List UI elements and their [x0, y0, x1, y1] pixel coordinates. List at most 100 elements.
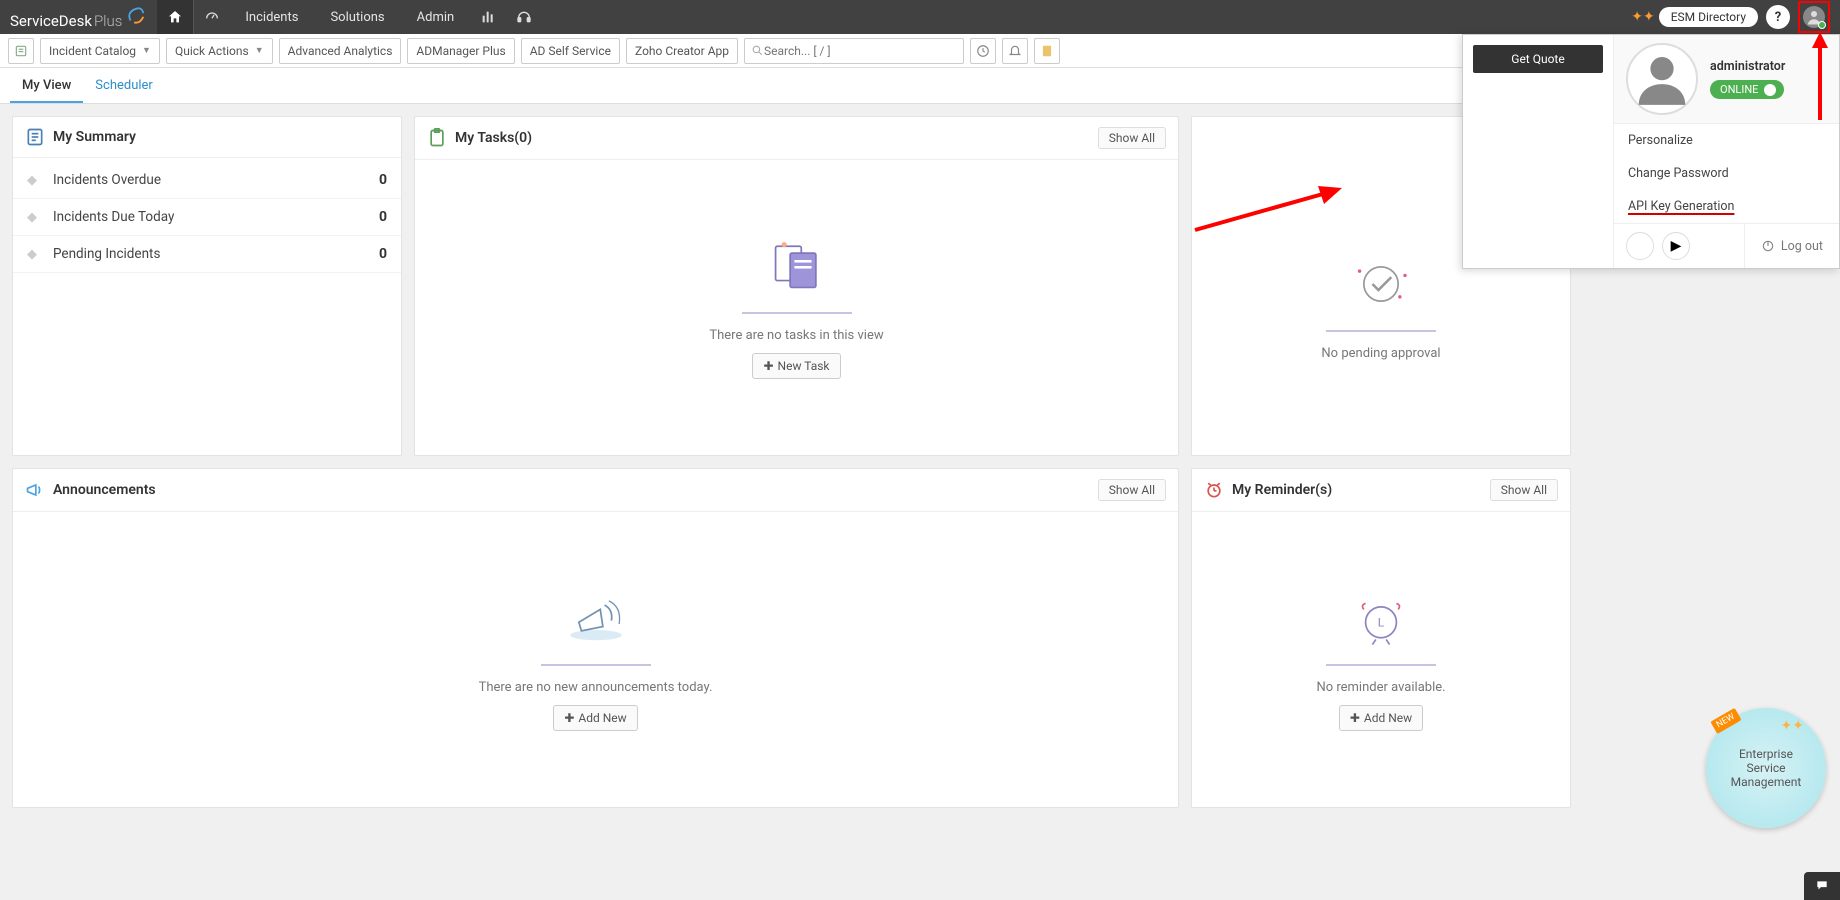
- notifications-icon[interactable]: [1002, 38, 1028, 64]
- nav-incidents[interactable]: Incidents: [229, 0, 314, 34]
- summary-row: ◆ Incidents Overdue 0: [13, 162, 401, 199]
- summary-label[interactable]: Incidents Overdue: [53, 172, 379, 188]
- play-store-icon[interactable]: ▶: [1662, 232, 1690, 260]
- reports-icon[interactable]: [470, 0, 506, 34]
- tasks-icon: [427, 128, 447, 148]
- tab-scheduler[interactable]: Scheduler: [83, 68, 165, 103]
- logout-button[interactable]: Log out: [1744, 224, 1839, 268]
- tasks-empty-text: There are no tasks in this view: [709, 328, 883, 343]
- summary-label[interactable]: Pending Incidents: [53, 246, 379, 262]
- new-task-button[interactable]: ✚ New Task: [752, 353, 840, 379]
- status-toggle[interactable]: ONLINE: [1710, 80, 1784, 99]
- quick-actions-dropdown[interactable]: Quick Actions ▼: [166, 38, 273, 64]
- esm-directory-button[interactable]: ESM Directory: [1659, 7, 1758, 27]
- status-label: ONLINE: [1720, 83, 1758, 96]
- chevron-down-icon: ▼: [255, 45, 264, 56]
- megaphone-icon: [25, 480, 45, 500]
- approvals-empty-illustration: [1336, 254, 1426, 314]
- esm-promo-badge[interactable]: NEW ✦✦ Enterprise Service Management: [1706, 708, 1826, 828]
- panel-title: My Summary: [53, 129, 389, 145]
- nav-solutions[interactable]: Solutions: [314, 0, 400, 34]
- advanced-analytics-button[interactable]: Advanced Analytics: [279, 38, 402, 64]
- dashboard-icon[interactable]: [193, 0, 229, 34]
- esm-line3: Management: [1731, 775, 1802, 789]
- brand-logo[interactable]: ServiceDesk Plus: [10, 4, 147, 30]
- avatar-icon: [1803, 6, 1825, 28]
- search-icon: [751, 44, 764, 57]
- chevron-down-icon: ▼: [142, 45, 151, 56]
- chat-fab[interactable]: [1804, 872, 1840, 900]
- recent-items-icon[interactable]: [970, 38, 996, 64]
- reminders-empty-text: No reminder available.: [1316, 680, 1445, 695]
- tasks-empty-illustration: [752, 236, 842, 296]
- show-all-button[interactable]: Show All: [1490, 479, 1558, 501]
- announcements-empty-text: There are no new announcements today.: [479, 680, 713, 695]
- profile-username: administrator: [1710, 59, 1785, 74]
- svg-text:L: L: [1378, 616, 1385, 630]
- brand-swirl-icon: [125, 4, 147, 26]
- support-icon[interactable]: [506, 0, 542, 34]
- reminders-empty-illustration: L: [1336, 588, 1426, 648]
- show-all-button[interactable]: Show All: [1098, 479, 1166, 501]
- panel-announcements: Announcements Show All There are no new …: [12, 468, 1179, 808]
- summary-count: 0: [379, 209, 387, 225]
- add-announcement-label: Add New: [578, 711, 626, 725]
- panel-my-reminders: My Reminder(s) Show All L No reminder av…: [1191, 468, 1571, 808]
- nav-admin[interactable]: Admin: [401, 0, 471, 34]
- esm-line2: Service: [1746, 761, 1785, 775]
- panel-title: My Reminder(s): [1232, 482, 1490, 498]
- apple-store-icon[interactable]: [1626, 232, 1654, 260]
- api-key-generation-link[interactable]: API Key Generation: [1614, 190, 1839, 223]
- panel-my-summary: My Summary ◆ Incidents Overdue 0 ◆ Incid…: [12, 116, 402, 456]
- new-task-label: New Task: [778, 359, 830, 373]
- announcements-empty-illustration: [551, 588, 641, 648]
- profile-menu-popup: Get Quote administrator ONLINE Personali…: [1462, 34, 1840, 269]
- alarm-icon: [1204, 480, 1224, 500]
- fire-icon: ◆: [27, 173, 45, 188]
- esm-line1: Enterprise: [1739, 747, 1793, 761]
- change-password-link[interactable]: Change Password: [1614, 157, 1839, 190]
- top-nav: ServiceDesk Plus Incidents Solutions Adm…: [0, 0, 1840, 34]
- new-request-icon[interactable]: [8, 38, 34, 64]
- plus-icon: ✚: [763, 359, 773, 373]
- zoho-button[interactable]: Zoho Creator App: [626, 38, 738, 64]
- search-box[interactable]: [744, 38, 964, 64]
- sparkle-icon: ✦✦: [1781, 718, 1804, 734]
- summary-count: 0: [379, 246, 387, 262]
- summary-row: ◆ Pending Incidents 0: [13, 236, 401, 273]
- get-quote-button[interactable]: Get Quote: [1473, 45, 1603, 73]
- quick-actions-label: Quick Actions: [175, 44, 249, 58]
- summary-label[interactable]: Incidents Due Today: [53, 209, 379, 225]
- adself-button[interactable]: AD Self Service: [521, 38, 620, 64]
- brand-name: ServiceDesk: [10, 12, 92, 30]
- personalize-link[interactable]: Personalize: [1614, 124, 1839, 157]
- add-announcement-button[interactable]: ✚ Add New: [553, 705, 637, 731]
- add-reminder-button[interactable]: ✚ Add New: [1339, 705, 1423, 731]
- logout-label: Log out: [1781, 239, 1823, 254]
- profile-menu-button[interactable]: [1798, 1, 1830, 33]
- incident-catalog-dropdown[interactable]: Incident Catalog ▼: [40, 38, 160, 64]
- brand-suffix: Plus: [94, 12, 122, 30]
- incident-catalog-label: Incident Catalog: [49, 44, 136, 58]
- search-input[interactable]: [764, 44, 957, 58]
- panel-title: My Tasks(0): [455, 130, 1098, 146]
- toggle-knob: [1764, 84, 1776, 96]
- show-all-button[interactable]: Show All: [1098, 127, 1166, 149]
- plus-icon: ✚: [1350, 711, 1360, 725]
- home-icon[interactable]: [157, 0, 193, 34]
- add-reminder-label: Add New: [1364, 711, 1412, 725]
- profile-avatar: [1626, 43, 1698, 115]
- admanager-button[interactable]: ADManager Plus: [407, 38, 514, 64]
- summary-count: 0: [379, 172, 387, 188]
- summary-icon: [25, 127, 45, 147]
- fire-icon: ◆: [27, 247, 45, 262]
- help-icon[interactable]: ?: [1766, 5, 1790, 29]
- chat-icon: [1813, 879, 1831, 893]
- panel-title: Announcements: [53, 482, 1098, 498]
- notes-icon[interactable]: [1034, 38, 1060, 64]
- tab-my-view[interactable]: My View: [10, 68, 83, 103]
- plus-icon: ✚: [564, 711, 574, 725]
- summary-row: ◆ Incidents Due Today 0: [13, 199, 401, 236]
- sparkle-icon: ✦✦: [1631, 9, 1654, 25]
- fire-icon: ◆: [27, 210, 45, 225]
